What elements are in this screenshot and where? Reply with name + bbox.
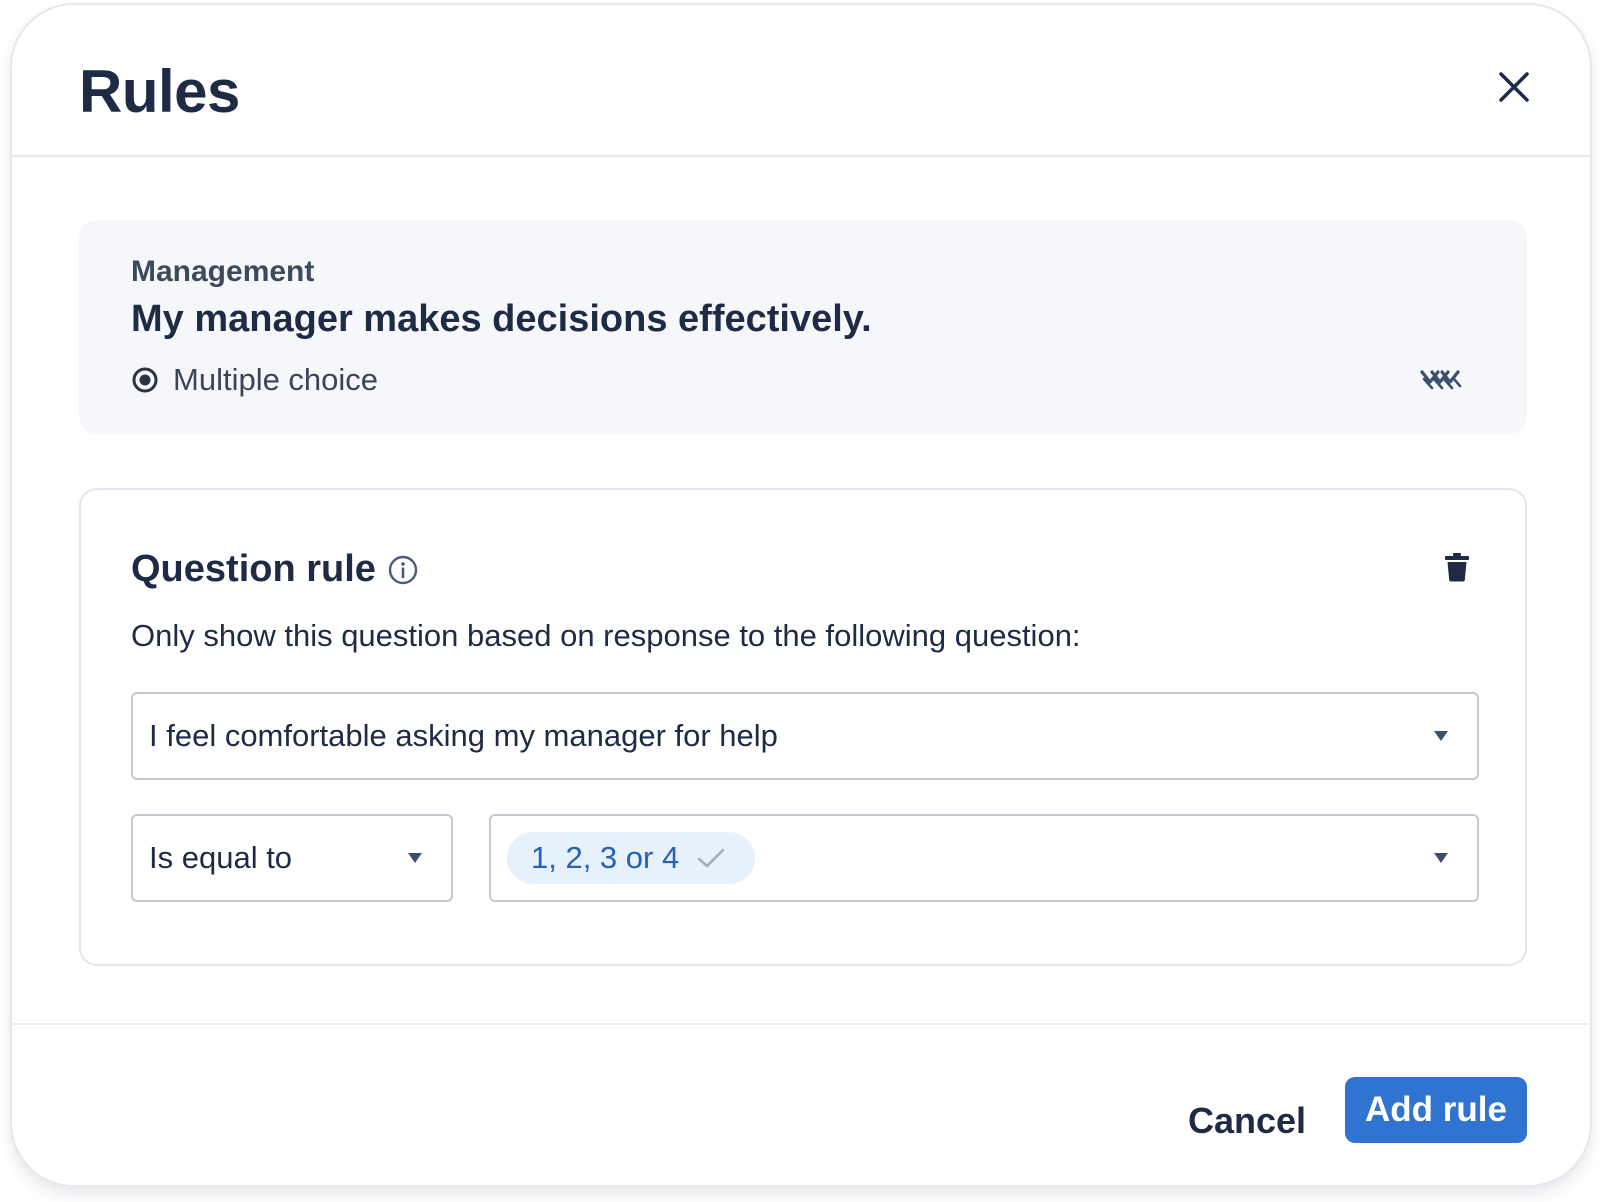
trash-icon[interactable] [1444,552,1470,582]
rule-heading: Question rule [131,548,376,590]
radio-selected-icon [132,367,158,393]
branching-logic-icon [1420,370,1462,390]
selected-values-label: 1, 2, 3 or 4 [531,840,680,875]
question-text: My manager makes decisions effectively. [131,298,872,340]
source-question-select[interactable]: I feel comfortable asking my manager for… [131,692,1479,780]
operator-value: Is equal to [149,840,293,875]
caret-down-icon [1434,731,1448,741]
operator-select[interactable]: Is equal to [131,814,453,902]
question-type-label: Multiple choice [173,362,379,397]
caret-down-icon [408,853,422,863]
dialog-footer: Cancel Add rule [12,1023,1590,1185]
caret-down-icon [1434,853,1448,863]
question-type: Multiple choice [131,360,378,400]
selected-values-chip[interactable]: 1, 2, 3 or 4 [507,832,756,884]
source-question-value: I feel comfortable asking my manager for… [149,718,778,753]
rule-description: Only show this question based on respons… [131,618,1081,653]
close-button[interactable] [1492,65,1536,109]
info-icon[interactable] [387,554,419,586]
checkmark-icon [697,848,725,868]
question-summary: Management My manager makes decisions ef… [79,220,1527,434]
add-rule-button[interactable]: Add rule [1345,1077,1527,1143]
dialog-title: Rules [79,58,240,125]
rules-dialog: Rules Management My manager makes decisi… [10,3,1592,1187]
answer-values-select[interactable]: 1, 2, 3 or 4 [489,814,1479,902]
question-rule-card: Question rule Only show this question ba… [79,488,1527,966]
dialog-header: Rules [12,5,1590,157]
question-category: Management [131,255,315,288]
cancel-button[interactable]: Cancel [1188,1099,1306,1143]
close-icon [1499,72,1529,102]
